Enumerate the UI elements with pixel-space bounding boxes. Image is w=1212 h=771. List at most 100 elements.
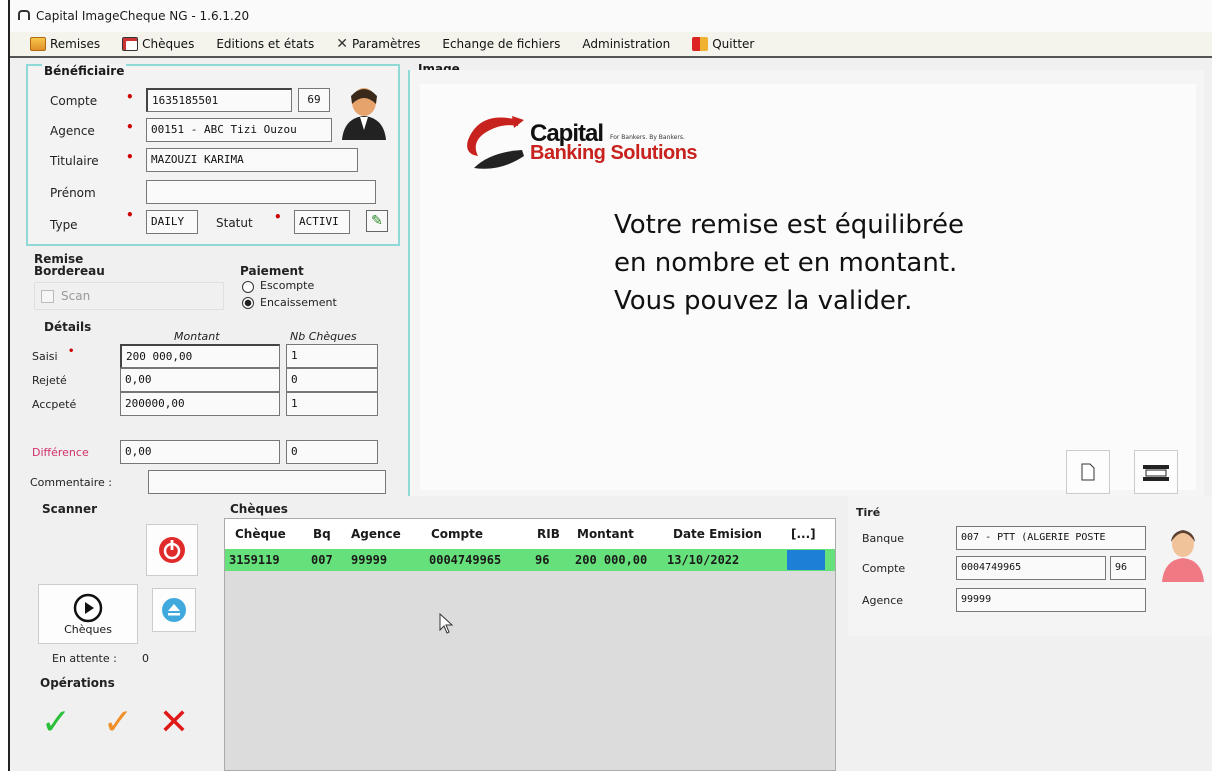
tire-banque-field[interactable]: 007 - PTT (ALGERIE POSTE [956,526,1146,550]
tire-banque-label: Banque [862,532,904,545]
logo-swoosh-icon [467,116,524,169]
view-document-button[interactable] [1066,450,1110,494]
paiement-title: Paiement [240,264,304,278]
folder-icon [30,37,46,51]
cell-montant: 200 000,00 [575,553,648,567]
edit-pencil-icon[interactable]: ✎ [366,210,388,232]
required-marker: • [274,210,282,224]
tools-icon: ✕ [336,36,348,52]
close-red-icon: ✕ [158,701,190,743]
col-header-date[interactable]: Date Emision [673,519,762,549]
message-line-1: Votre remise est équilibrée [614,210,964,240]
cell-date: 13/10/2022 [667,553,740,567]
eject-icon [162,598,186,622]
check-green-icon: ✓ [40,701,72,743]
cell-agence: 99999 [351,553,388,567]
scanner-title: Scanner [42,502,97,516]
cheques-table: Chèque Bq Agence Compte RIB Montant Date… [224,518,836,771]
col-montant-header: Montant [174,330,220,343]
app-window: Capital ImageCheque NG - 1.6.1.20 Remise… [8,0,1212,771]
statut-field[interactable]: ACTIVI [294,210,350,234]
type-label: Type [50,218,78,232]
partial-validate-button[interactable]: ✓ [96,700,140,744]
cell-compte: 0004749965 [429,553,502,567]
prenom-field[interactable] [146,180,376,204]
saisi-label: Saisi [32,350,58,363]
capital-banking-logo: Capital For Bankers. By Bankers. Banking… [460,110,730,180]
drawer-avatar-icon [1162,530,1204,582]
table-row[interactable]: 3159119 007 99999 0004749965 96 200 000,… [225,549,835,571]
scan-label: Scan [61,289,91,303]
menu-cheques[interactable]: Chèques [122,37,194,51]
window-title: Capital ImageCheque NG - 1.6.1.20 [36,9,250,23]
person-avatar-icon [342,88,386,140]
accepte-nb-field[interactable]: 1 [286,392,378,416]
encaissement-label: Encaissement [260,296,337,309]
cancel-button[interactable]: ✕ [152,700,196,744]
tire-compte-field[interactable]: 0004749965 [956,556,1106,580]
menu-remises[interactable]: Remises [30,37,100,51]
menu-parametres[interactable]: ✕ Paramètres [336,36,420,52]
difference-montant-field[interactable]: 0,00 [120,440,280,464]
tire-agence-label: Agence [862,594,904,607]
menu-echange[interactable]: Echange de fichiers [442,37,560,51]
col-header-agence[interactable]: Agence [351,519,401,549]
title-bar: Capital ImageCheque NG - 1.6.1.20 [10,0,1212,32]
document-icon [1081,463,1095,481]
scan-cheques-label: Chèques [64,622,112,636]
eject-button[interactable] [152,588,196,632]
operations-title: Opérations [40,676,115,690]
cheque-pen-icon [122,37,139,51]
agence-label: Agence [50,124,95,138]
rejete-montant-field[interactable]: 0,00 [120,368,280,392]
validate-button[interactable]: ✓ [34,700,78,744]
col-header-montant[interactable]: Montant [577,519,634,549]
scan-checkbox[interactable] [41,290,54,303]
check-orange-icon: ✓ [102,701,134,743]
menu-editions[interactable]: Editions et états [216,37,314,51]
rejete-nb-field[interactable]: 0 [286,368,378,392]
required-marker: • [126,120,134,134]
message-line-3: Vous pouvez la valider. [614,286,913,316]
cheque-image-viewer[interactable]: Capital For Bankers. By Bankers. Banking… [420,84,1196,490]
menu-quitter[interactable]: Quitter [692,37,754,51]
type-field[interactable]: DAILY [146,210,198,234]
menu-bar: Remises Chèques Editions et états ✕ Para… [10,32,1212,58]
tire-agence-field[interactable]: 99999 [956,588,1146,612]
col-header-cheque[interactable]: Chèque [235,519,286,549]
cell-more-selector[interactable] [787,550,825,570]
required-marker: • [126,150,134,164]
rejete-label: Rejeté [32,374,67,387]
titulaire-field[interactable]: MAZOUZI KARIMA [146,148,358,172]
scanner-device-icon [1143,465,1169,481]
tire-compte-key-field[interactable]: 96 [1110,556,1146,580]
saisi-nb-field[interactable]: 1 [286,344,378,368]
cell-rib: 96 [535,553,550,567]
accepte-montant-field[interactable]: 200000,00 [120,392,280,416]
required-marker: • [126,90,134,104]
col-header-compte[interactable]: Compte [431,519,483,549]
difference-nb-field[interactable]: 0 [286,440,378,464]
menu-administration[interactable]: Administration [582,37,670,51]
compte-field[interactable]: 1635185501 [146,88,292,112]
compte-key-field[interactable]: 69 [298,88,330,112]
commentaire-field[interactable] [148,470,386,494]
col-header-bq[interactable]: Bq [313,519,331,549]
commentaire-label: Commentaire : [30,476,112,489]
agence-field[interactable]: 00151 - ABC Tizi Ouzou [146,118,332,142]
scan-cheques-button[interactable]: Chèques [38,584,138,644]
image-panel: Capital For Bankers. By Bankers. Banking… [408,70,1204,496]
escompte-radio[interactable] [242,281,254,293]
en-attente-label: En attente : [52,652,117,665]
saisi-montant-field[interactable]: 200 000,00 [120,344,280,368]
cheques-title: Chèques [230,502,288,516]
col-header-more[interactable]: [...] [791,519,816,549]
col-header-rib[interactable]: RIB [537,519,560,549]
bordereau-group: Scan [34,282,224,310]
power-button[interactable] [146,524,198,576]
scanner-device-button[interactable] [1134,450,1178,494]
encaissement-radio[interactable] [242,297,254,309]
message-line-2: en nombre et en montant. [614,248,958,278]
col-nb-cheques-header: Nb Chèques [290,330,357,343]
beneficiaire-title: Bénéficiaire [42,64,127,78]
